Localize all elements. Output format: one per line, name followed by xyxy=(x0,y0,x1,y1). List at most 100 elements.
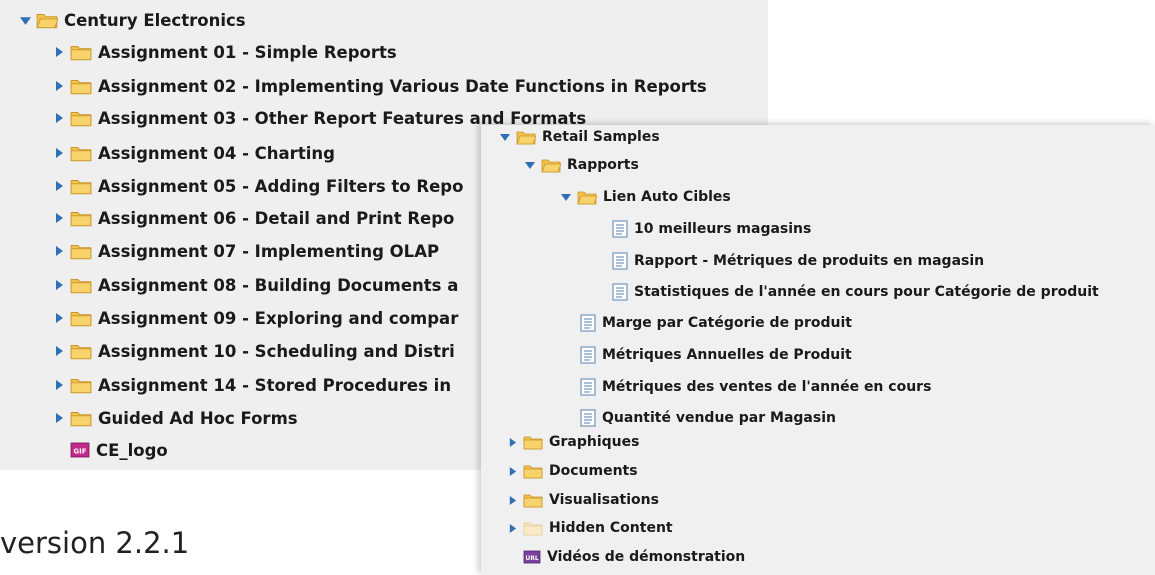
folder-icon xyxy=(70,109,92,127)
chevron-down-icon[interactable] xyxy=(498,130,512,144)
tree-node-label: Lien Auto Cibles xyxy=(603,189,731,205)
folder-open-icon xyxy=(577,189,597,205)
folder-icon xyxy=(523,463,543,479)
chevron-right-icon[interactable] xyxy=(52,79,66,93)
tree-node-visualisations[interactable]: Visualisations xyxy=(505,488,659,512)
tree-node-label: Assignment 06 - Detail and Print Repo xyxy=(98,208,455,228)
tree-node-century-electronics[interactable]: Century Electronics xyxy=(18,6,246,34)
chevron-right-icon[interactable] xyxy=(505,493,519,507)
faded-folder-icon xyxy=(523,520,543,536)
tree-node-report[interactable]: Métriques des ventes de l'année en cours xyxy=(580,375,931,399)
folder-icon xyxy=(70,309,92,327)
svg-text:GIF: GIF xyxy=(73,448,86,456)
report-document-icon xyxy=(612,283,628,301)
tree-node-assignment-01[interactable]: Assignment 01 - Simple Reports xyxy=(52,38,397,66)
tree-node-assignment-09[interactable]: Assignment 09 - Exploring and compar xyxy=(52,304,458,332)
folder-icon xyxy=(70,77,92,95)
report-document-icon xyxy=(580,314,596,332)
tree-node-label: Rapport - Métriques de produits en magas… xyxy=(634,253,985,269)
folder-open-icon xyxy=(541,157,561,173)
tree-node-assignment-05[interactable]: Assignment 05 - Adding Filters to Repo xyxy=(52,172,463,200)
tree-node-retail-samples[interactable]: Retail Samples xyxy=(498,125,660,149)
chevron-right-icon[interactable] xyxy=(52,146,66,160)
folder-icon xyxy=(70,144,92,162)
folder-icon xyxy=(70,376,92,394)
tree-node-label: Assignment 02 - Implementing Various Dat… xyxy=(98,76,707,96)
tree-node-hidden-content[interactable]: Hidden Content xyxy=(505,516,673,540)
folder-icon xyxy=(523,434,543,450)
tree-node-report[interactable]: Rapport - Métriques de produits en magas… xyxy=(612,249,984,273)
version-label: version 2.2.1 xyxy=(0,526,190,560)
tree-node-label: Documents xyxy=(549,463,638,479)
tree-node-report[interactable]: Métriques Annuelles de Produit xyxy=(580,343,852,367)
report-document-icon xyxy=(580,378,596,396)
folder-open-icon xyxy=(516,129,536,145)
tree-node-label: Statistiques de l'année en cours pour Ca… xyxy=(634,284,1099,300)
folder-open-icon xyxy=(36,11,58,29)
tree-node-label: 10 meilleurs magasins xyxy=(634,221,812,237)
folder-icon xyxy=(523,492,543,508)
tree-node-label: Visualisations xyxy=(549,492,659,508)
tree-node-label: Assignment 01 - Simple Reports xyxy=(98,42,397,62)
tree-node-assignment-10[interactable]: Assignment 10 - Scheduling and Distri xyxy=(52,337,455,365)
tree-node-report[interactable]: 10 meilleurs magasins xyxy=(612,217,811,241)
gif-file-icon: GIF xyxy=(70,441,90,459)
tree-node-label: Graphiques xyxy=(549,434,640,450)
tree-node-videos-demonstration[interactable]: URL Vidéos de démonstration xyxy=(523,545,745,569)
tree-node-guided-ad-hoc-forms[interactable]: Guided Ad Hoc Forms xyxy=(52,404,298,432)
chevron-right-icon[interactable] xyxy=(52,179,66,193)
folder-icon xyxy=(70,276,92,294)
tree-node-label: Assignment 08 - Building Documents a xyxy=(98,275,459,295)
chevron-right-icon[interactable] xyxy=(52,278,66,292)
tree-node-label: Assignment 05 - Adding Filters to Repo xyxy=(98,176,464,196)
report-document-icon xyxy=(612,220,628,238)
tree-node-ce-logo[interactable]: GIF CE_logo xyxy=(70,436,168,464)
chevron-right-icon[interactable] xyxy=(505,464,519,478)
report-document-icon xyxy=(612,252,628,270)
tree-node-documents[interactable]: Documents xyxy=(505,459,638,483)
tree-node-label: Guided Ad Hoc Forms xyxy=(98,408,298,428)
chevron-down-icon[interactable] xyxy=(559,190,573,204)
chevron-right-icon[interactable] xyxy=(52,111,66,125)
tree-node-assignment-14[interactable]: Assignment 14 - Stored Procedures in xyxy=(52,371,451,399)
tree-node-report[interactable]: Quantité vendue par Magasin xyxy=(580,406,836,430)
chevron-right-icon[interactable] xyxy=(52,211,66,225)
tree-node-graphiques[interactable]: Graphiques xyxy=(505,430,639,454)
tree-node-label: Quantité vendue par Magasin xyxy=(602,410,836,426)
folder-icon xyxy=(70,177,92,195)
tree-node-label: CE_logo xyxy=(96,440,168,460)
tree-node-label: Assignment 07 - Implementing OLAP xyxy=(98,241,440,261)
chevron-right-icon[interactable] xyxy=(505,521,519,535)
tree-node-assignment-07[interactable]: Assignment 07 - Implementing OLAP xyxy=(52,237,439,265)
tree-node-label: Métriques des ventes de l'année en cours xyxy=(602,379,932,395)
chevron-right-icon[interactable] xyxy=(505,435,519,449)
folder-icon xyxy=(70,342,92,360)
tree-node-label: Vidéos de démonstration xyxy=(547,549,746,565)
chevron-right-icon[interactable] xyxy=(52,244,66,258)
tree-node-label: Rapports xyxy=(567,157,639,173)
chevron-right-icon[interactable] xyxy=(52,378,66,392)
folder-icon xyxy=(70,209,92,227)
tree-node-label: Assignment 04 - Charting xyxy=(98,143,335,163)
tree-node-assignment-08[interactable]: Assignment 08 - Building Documents a xyxy=(52,271,458,299)
chevron-right-icon[interactable] xyxy=(52,411,66,425)
tree-node-assignment-02[interactable]: Assignment 02 - Implementing Various Dat… xyxy=(52,72,707,100)
tree-node-assignment-04[interactable]: Assignment 04 - Charting xyxy=(52,139,335,167)
report-document-icon xyxy=(580,346,596,364)
tree-node-report[interactable]: Statistiques de l'année en cours pour Ca… xyxy=(612,280,1099,304)
tree-node-lien-auto-cibles[interactable]: Lien Auto Cibles xyxy=(559,185,731,209)
tree-node-label: Retail Samples xyxy=(542,129,660,145)
chevron-down-icon[interactable] xyxy=(18,13,32,27)
chevron-right-icon[interactable] xyxy=(52,45,66,59)
tree-node-label: Century Electronics xyxy=(64,10,246,30)
tree-node-rapports[interactable]: Rapports xyxy=(523,153,639,177)
tree-node-label: Assignment 10 - Scheduling and Distri xyxy=(98,341,455,361)
tree-node-report[interactable]: Marge par Catégorie de produit xyxy=(580,311,852,335)
url-link-icon: URL xyxy=(523,549,541,565)
tree-node-assignment-06[interactable]: Assignment 06 - Detail and Print Repo xyxy=(52,204,454,232)
chevron-down-icon[interactable] xyxy=(523,158,537,172)
tree-node-label: Métriques Annuelles de Produit xyxy=(602,347,852,363)
chevron-right-icon[interactable] xyxy=(52,311,66,325)
folder-icon xyxy=(70,242,92,260)
chevron-right-icon[interactable] xyxy=(52,344,66,358)
